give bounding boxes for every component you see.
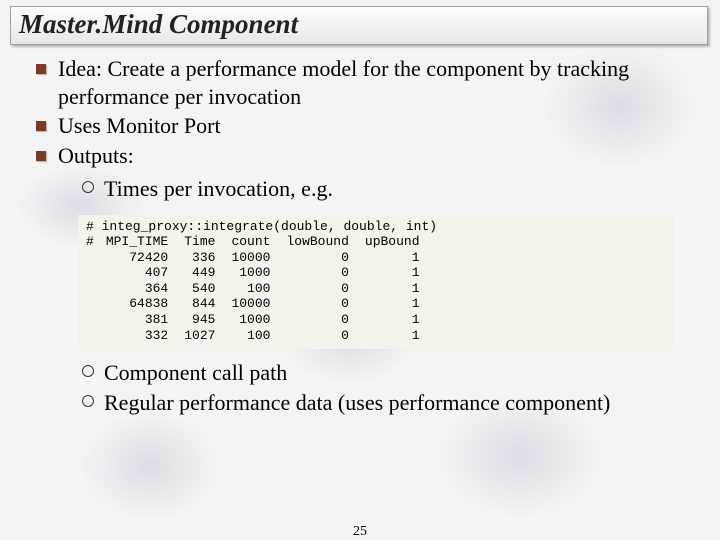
page-number: 25: [0, 524, 720, 540]
cell-c5: 1: [357, 296, 428, 312]
slide-body: Idea: Create a performance model for the…: [0, 55, 720, 416]
cell-c2: 336: [176, 250, 223, 266]
code-table: # MPI_TIME Time count lowBound upBound 7…: [86, 234, 428, 343]
cell-c2: 844: [176, 296, 223, 312]
col-count: count: [223, 234, 278, 250]
code-table-row: 381945100001: [86, 312, 428, 328]
cell-hash: [86, 312, 98, 328]
cell-c4: 0: [278, 265, 356, 281]
subbullet-callpath: Component call path: [82, 359, 702, 387]
cell-c4: 0: [278, 312, 356, 328]
sub-bullet-list-2: Component call path Regular performance …: [58, 359, 702, 416]
cell-c4: 0: [278, 250, 356, 266]
cell-hash: [86, 265, 98, 281]
cell-c3: 10000: [223, 250, 278, 266]
col-time: Time: [176, 234, 223, 250]
cell-hash: [86, 328, 98, 344]
cell-c1: 72420: [98, 250, 176, 266]
bullet-outputs: Outputs: Times per invocation, e.g.: [36, 142, 702, 203]
cell-c1: 364: [98, 281, 176, 297]
col-hash: #: [86, 234, 98, 250]
cell-c1: 64838: [98, 296, 176, 312]
cell-c5: 1: [357, 328, 428, 344]
col-lowbound: lowBound: [278, 234, 356, 250]
code-table-header: # MPI_TIME Time count lowBound upBound: [86, 234, 428, 250]
cell-hash: [86, 296, 98, 312]
code-header-line: # integ_proxy::integrate(double, double,…: [86, 219, 666, 235]
cell-c3: 100: [223, 281, 278, 297]
cell-c3: 10000: [223, 296, 278, 312]
col-upbound: upBound: [357, 234, 428, 250]
cell-c1: 332: [98, 328, 176, 344]
cell-hash: [86, 250, 98, 266]
cell-c5: 1: [357, 250, 428, 266]
cell-c2: 449: [176, 265, 223, 281]
cell-c5: 1: [357, 312, 428, 328]
bullet-monitor-port: Uses Monitor Port: [36, 112, 702, 140]
code-table-row: 407449100001: [86, 265, 428, 281]
cell-c4: 0: [278, 296, 356, 312]
cell-c5: 1: [357, 281, 428, 297]
cell-c4: 0: [278, 281, 356, 297]
cell-c2: 945: [176, 312, 223, 328]
cell-c1: 381: [98, 312, 176, 328]
subbullet-perfdata: Regular performance data (uses performan…: [82, 389, 702, 417]
code-table-row: 724203361000001: [86, 250, 428, 266]
bullet-outputs-cont: Component call path Regular performance …: [36, 359, 702, 416]
cell-c3: 1000: [223, 265, 278, 281]
code-table-row: 648388441000001: [86, 296, 428, 312]
cell-hash: [86, 281, 98, 297]
cell-c2: 540: [176, 281, 223, 297]
slide-title: Master.Mind Component: [19, 9, 699, 40]
title-bar: Master.Mind Component: [10, 6, 708, 45]
cell-c4: 0: [278, 328, 356, 344]
code-table-row: 36454010001: [86, 281, 428, 297]
col-mpitime: MPI_TIME: [98, 234, 176, 250]
subbullet-times: Times per invocation, e.g.: [82, 175, 702, 203]
main-bullet-list: Idea: Create a performance model for the…: [18, 55, 702, 203]
cell-c5: 1: [357, 265, 428, 281]
cell-c3: 1000: [223, 312, 278, 328]
cell-c3: 100: [223, 328, 278, 344]
cell-c1: 407: [98, 265, 176, 281]
bullet-idea: Idea: Create a performance model for the…: [36, 55, 702, 110]
bullet-outputs-label: Outputs:: [58, 143, 134, 168]
code-block: # integ_proxy::integrate(double, double,…: [78, 215, 674, 350]
sub-bullet-list-1: Times per invocation, e.g.: [58, 175, 702, 203]
cell-c2: 1027: [176, 328, 223, 344]
main-bullet-list-continued: Component call path Regular performance …: [18, 359, 702, 416]
code-table-row: 332102710001: [86, 328, 428, 344]
